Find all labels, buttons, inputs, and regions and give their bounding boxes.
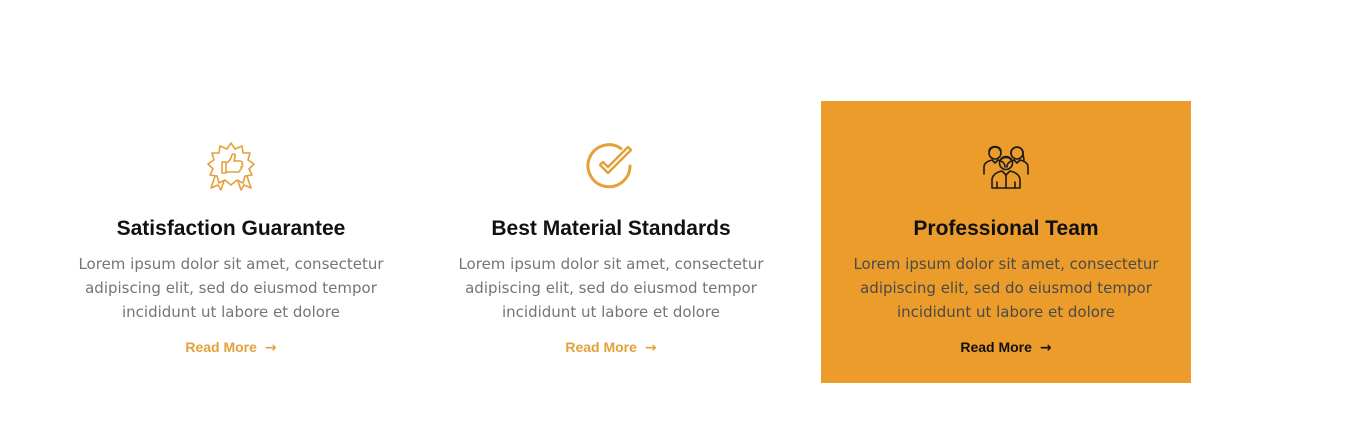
card-title: Best Material Standards <box>491 217 731 240</box>
arrow-right-icon: → <box>264 340 277 356</box>
read-more-label: Read More <box>185 339 257 355</box>
arrow-right-icon: → <box>1039 340 1052 356</box>
feature-card-material: Best Material Standards Lorem ipsum dolo… <box>421 101 801 383</box>
team-icon <box>980 140 1032 192</box>
card-description: Lorem ipsum dolor sit amet, consectetur … <box>78 255 384 321</box>
check-circle-icon <box>585 140 637 192</box>
card-description: Lorem ipsum dolor sit amet, consectetur … <box>853 255 1159 321</box>
card-description: Lorem ipsum dolor sit amet, consectetur … <box>458 255 764 321</box>
feature-card-satisfaction: Satisfaction Guarantee Lorem ipsum dolor… <box>41 101 421 383</box>
thumbs-up-badge-icon <box>205 140 257 192</box>
read-more-link[interactable]: Read More → <box>421 338 801 357</box>
read-more-link[interactable]: Read More → <box>821 338 1191 357</box>
read-more-label: Read More <box>960 339 1032 355</box>
features-section: Satisfaction Guarantee Lorem ipsum dolor… <box>41 101 1191 383</box>
read-more-label: Read More <box>565 339 637 355</box>
feature-card-team: Professional Team Lorem ipsum dolor sit … <box>821 101 1191 383</box>
read-more-link[interactable]: Read More → <box>41 338 421 357</box>
card-title: Professional Team <box>913 217 1099 240</box>
arrow-right-icon: → <box>644 340 657 356</box>
card-title: Satisfaction Guarantee <box>116 217 346 240</box>
